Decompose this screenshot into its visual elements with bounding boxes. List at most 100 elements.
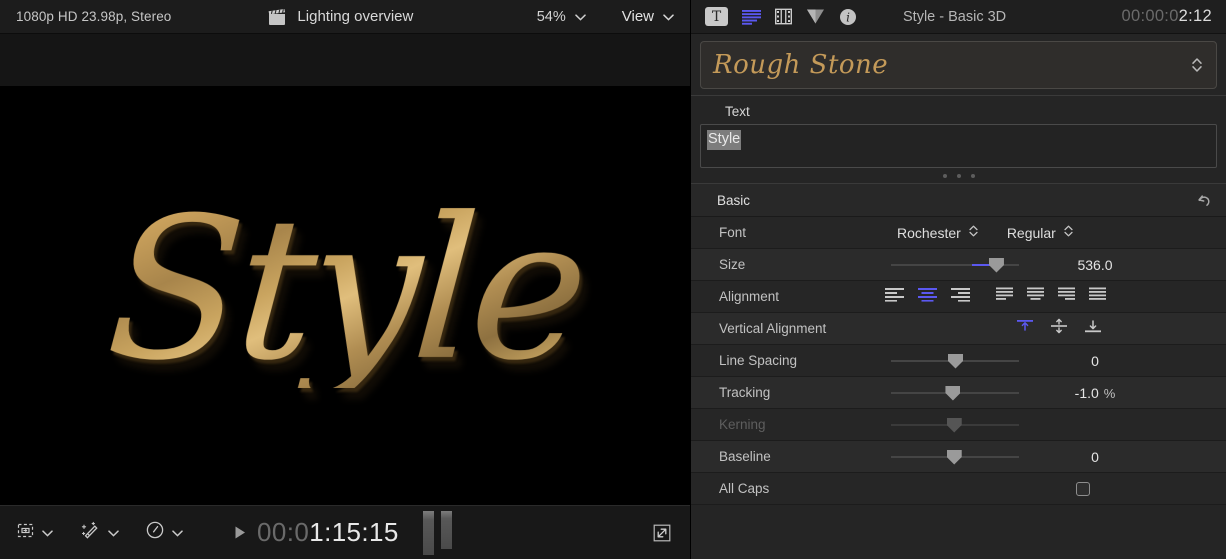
- slider-knob[interactable]: [945, 386, 960, 401]
- all-caps-checkbox[interactable]: [1076, 482, 1090, 496]
- timecode-dim: 00:00:0: [1122, 7, 1179, 25]
- row-baseline[interactable]: Baseline 0: [691, 441, 1226, 473]
- align-center-icon[interactable]: [918, 287, 937, 307]
- transform-tool-button[interactable]: [16, 521, 53, 545]
- resize-grip-dots[interactable]: [691, 168, 1226, 183]
- chevron-down-icon: [575, 9, 586, 25]
- line-spacing-slider[interactable]: [891, 351, 1019, 371]
- align-right-icon[interactable]: [951, 287, 970, 307]
- preset-selector[interactable]: Rough Stone: [700, 41, 1217, 89]
- clapper-icon: [267, 8, 287, 26]
- row-line-spacing[interactable]: Line Spacing 0: [691, 345, 1226, 377]
- size-slider[interactable]: [891, 255, 1019, 275]
- timecode-bright: 1:15:15: [309, 517, 399, 547]
- chevron-down-icon: [108, 524, 119, 542]
- stepper-updown-icon: [1063, 223, 1074, 242]
- row-label: Vertical Alignment: [691, 321, 891, 336]
- viewer-pane: 1080p HD 23.98p, Stereo Lighting overvie…: [0, 0, 690, 559]
- text-field-wrap: Style: [691, 124, 1226, 168]
- font-style-popup[interactable]: Regular: [1007, 223, 1074, 242]
- enhance-tool-button[interactable]: [79, 520, 119, 545]
- slider-knob[interactable]: [989, 258, 1004, 273]
- view-menu-button[interactable]: View: [622, 8, 674, 25]
- grip-dot: [943, 174, 947, 178]
- align-left-icon[interactable]: [885, 287, 904, 307]
- row-all-caps[interactable]: All Caps: [691, 473, 1226, 505]
- svg-text:i: i: [846, 10, 850, 24]
- line-spacing-value[interactable]: 0: [1047, 353, 1143, 369]
- canvas-3d-text: Style: [102, 192, 588, 388]
- row-label: Size: [691, 257, 891, 272]
- viewer-timecode[interactable]: 00:01:15:15: [257, 517, 399, 548]
- project-name: Lighting overview: [297, 8, 413, 25]
- valign-bottom-icon[interactable]: [1084, 318, 1102, 339]
- timeline-scrubber-bars[interactable]: [423, 511, 452, 555]
- inspector-toolbar: T: [691, 0, 1226, 34]
- play-button[interactable]: [233, 525, 247, 540]
- text-inspector-icon[interactable]: T: [705, 7, 728, 26]
- expand-viewer-button[interactable]: [652, 523, 672, 543]
- row-font[interactable]: Font Rochester Regular: [691, 217, 1226, 249]
- zoom-level-button[interactable]: 54%: [537, 9, 586, 25]
- row-alignment[interactable]: Alignment: [691, 281, 1226, 313]
- view-menu-label: View: [622, 8, 654, 25]
- generator-triangle-icon[interactable]: [806, 8, 825, 25]
- font-style-value: Regular: [1007, 225, 1056, 241]
- timecode-dim: 00:0: [257, 517, 309, 547]
- title-lines-icon[interactable]: [742, 9, 761, 25]
- row-tracking[interactable]: Tracking -1.0%: [691, 377, 1226, 409]
- zoom-level-value: 54%: [537, 9, 566, 25]
- application-window: 1080p HD 23.98p, Stereo Lighting overvie…: [0, 0, 1226, 559]
- stepper-updown-icon[interactable]: [1190, 54, 1204, 76]
- row-label: Alignment: [691, 289, 891, 304]
- inspector-title: Style - Basic 3D: [903, 9, 1006, 25]
- inspector-tab-icons: T: [705, 7, 857, 26]
- size-value[interactable]: 536.0: [1047, 257, 1143, 273]
- font-family-popup[interactable]: Rochester: [897, 223, 979, 242]
- tracking-number: -1.0: [1075, 385, 1099, 401]
- alignment-buttons: [885, 287, 1106, 307]
- row-label: Tracking: [691, 385, 891, 400]
- inspector-timecode[interactable]: 00:00:02:12: [1122, 7, 1212, 26]
- row-label: Baseline: [691, 449, 891, 464]
- video-canvas[interactable]: Style: [0, 86, 690, 506]
- svg-text:T: T: [712, 9, 722, 25]
- viewer-toolbar: 1080p HD 23.98p, Stereo Lighting overvie…: [0, 0, 690, 34]
- section-title: Basic: [717, 193, 750, 208]
- row-label: Font: [691, 225, 891, 240]
- grip-dot: [971, 174, 975, 178]
- expand-arrows-icon: [652, 523, 672, 543]
- stepper-updown-icon: [968, 223, 979, 242]
- row-kerning: Kerning: [691, 409, 1226, 441]
- letterbox-top: [0, 34, 690, 86]
- slider-knob[interactable]: [947, 450, 962, 465]
- para-left-icon[interactable]: [996, 287, 1013, 307]
- scrubber-bar: [423, 511, 434, 555]
- slider-knob: [947, 418, 962, 433]
- tracking-slider[interactable]: [891, 383, 1019, 403]
- para-right-icon[interactable]: [1058, 287, 1075, 307]
- row-label: All Caps: [691, 481, 891, 496]
- text-input[interactable]: Style: [700, 124, 1217, 168]
- row-size[interactable]: Size 536.0: [691, 249, 1226, 281]
- timecode-bright: 2:12: [1179, 7, 1212, 25]
- baseline-value[interactable]: 0: [1047, 449, 1143, 465]
- valign-top-icon[interactable]: [1016, 318, 1034, 339]
- reset-arrow-icon[interactable]: [1193, 192, 1212, 209]
- para-center-icon[interactable]: [1027, 287, 1044, 307]
- info-inspector-icon[interactable]: i: [839, 8, 857, 26]
- valign-middle-icon[interactable]: [1050, 318, 1068, 339]
- row-label: Kerning: [691, 417, 891, 432]
- para-justify-icon[interactable]: [1089, 287, 1106, 307]
- video-filmstrip-icon[interactable]: [775, 8, 792, 25]
- tracking-value[interactable]: -1.0%: [1047, 385, 1143, 401]
- resolution-label: 1080p HD 23.98p, Stereo: [16, 9, 171, 24]
- baseline-slider[interactable]: [891, 447, 1019, 467]
- slider-knob[interactable]: [948, 354, 963, 369]
- basic-section-header[interactable]: Basic: [691, 183, 1226, 217]
- retime-tool-button[interactable]: [145, 520, 183, 545]
- transform-tool-icon: [16, 521, 35, 545]
- row-vertical-alignment[interactable]: Vertical Alignment: [691, 313, 1226, 345]
- grip-dot: [957, 174, 961, 178]
- viewer-bottom-toolbar: 00:01:15:15: [0, 505, 690, 559]
